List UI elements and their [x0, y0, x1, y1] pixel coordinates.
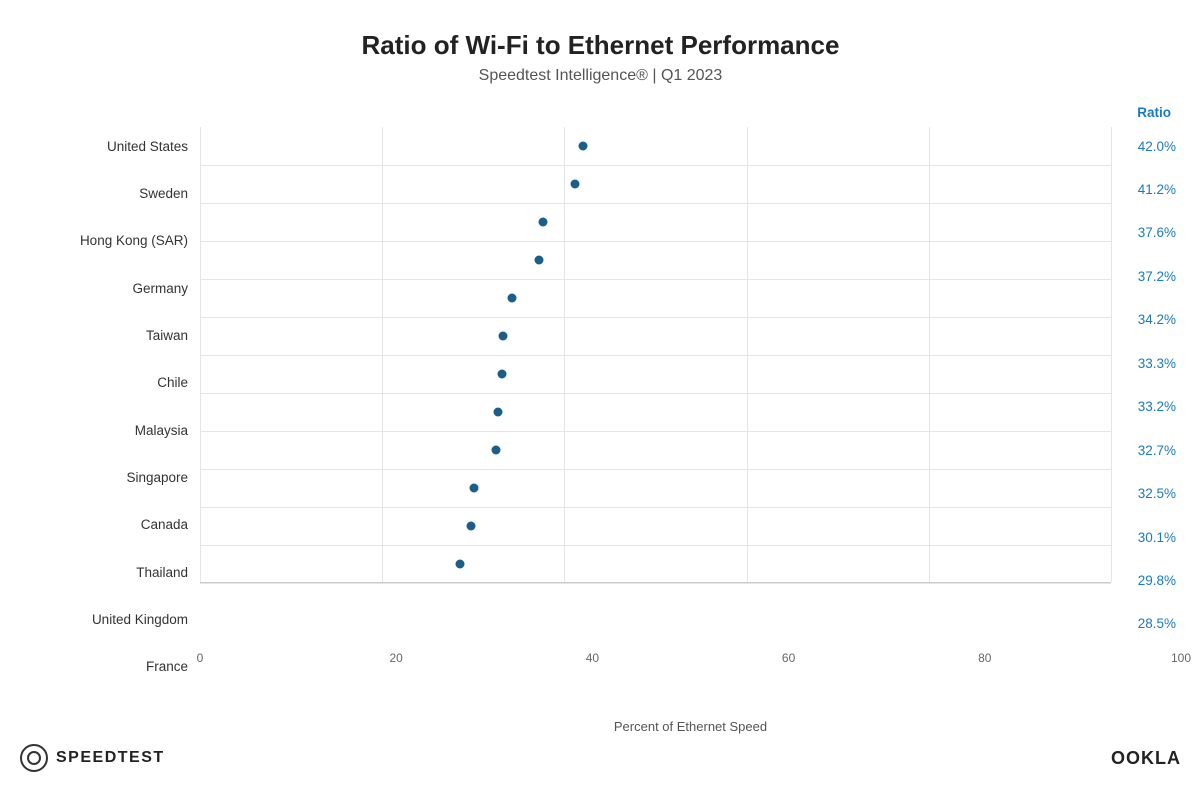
row-separator [200, 431, 1111, 432]
x-axis-label: Percent of Ethernet Speed [200, 719, 1181, 734]
chart-title: Ratio of Wi-Fi to Ethernet Performance [20, 30, 1181, 61]
data-dot [467, 522, 476, 531]
ratio-value: 32.5% [1111, 475, 1181, 513]
y-label: Singapore [20, 459, 200, 497]
y-labels: United States Sweden Hong Kong (SAR) German… [20, 105, 200, 734]
row-separator [200, 241, 1111, 242]
plot-area [200, 127, 1111, 583]
ratio-value: 34.2% [1111, 301, 1181, 339]
y-label: Malaysia [20, 411, 200, 449]
ratio-value: 29.8% [1111, 562, 1181, 600]
plot-area-wrapper: Ratio 42.0% 41.2% 37.6% 37.2% 34.2% 33.3% 33.2… [200, 105, 1181, 734]
ratio-value: 41.2% [1111, 170, 1181, 208]
row-separator [200, 393, 1111, 394]
speedtest-logo: SPEEDTEST [20, 744, 165, 772]
data-dot [498, 370, 507, 379]
row-separator [200, 469, 1111, 470]
y-label: Canada [20, 506, 200, 544]
row-separator [200, 279, 1111, 280]
chart-subtitle: Speedtest Intelligence® | Q1 2023 [20, 67, 1181, 85]
data-dot [571, 180, 580, 189]
x-tick: 100 [1171, 651, 1191, 665]
x-tick: 80 [978, 651, 991, 665]
x-axis-container: 020406080100 [200, 643, 1181, 691]
data-dot [492, 446, 501, 455]
y-label: Thailand [20, 553, 200, 591]
data-dot [493, 408, 502, 417]
ratio-value: 32.7% [1111, 431, 1181, 469]
y-label: Chile [20, 364, 200, 402]
grid-line [1111, 127, 1112, 582]
x-tick: 20 [390, 651, 403, 665]
y-label: Germany [20, 269, 200, 307]
ratio-value: 33.3% [1111, 344, 1181, 382]
x-tick: 60 [782, 651, 795, 665]
speedtest-circle-icon [20, 744, 48, 772]
row-separator [200, 165, 1111, 166]
chart-container: Ratio of Wi-Fi to Ethernet Performance S… [0, 0, 1201, 797]
data-dot [470, 484, 479, 493]
plot-and-ratios: 42.0% 41.2% 37.6% 37.2% 34.2% 33.3% 33.2% 32.7%… [200, 127, 1181, 643]
row-separator [200, 203, 1111, 204]
grid-line [929, 127, 930, 582]
y-label: Sweden [20, 174, 200, 212]
ratio-value: 28.5% [1111, 605, 1181, 643]
x-tick: 40 [586, 651, 599, 665]
chart-body: United States Sweden Hong Kong (SAR) German… [20, 105, 1181, 734]
ratio-value: 33.2% [1111, 388, 1181, 426]
grid-line [564, 127, 565, 582]
ratio-value: 30.1% [1111, 518, 1181, 556]
y-label: Hong Kong (SAR) [20, 222, 200, 260]
data-dot [534, 256, 543, 265]
data-dot [455, 560, 464, 569]
grid-line [747, 127, 748, 582]
row-separator [200, 355, 1111, 356]
y-label: Taiwan [20, 316, 200, 354]
footer: SPEEDTEST OOKLA [20, 734, 1181, 777]
y-label: United Kingdom [20, 601, 200, 639]
ookla-label: OOKLA [1111, 748, 1181, 769]
data-dot [507, 294, 516, 303]
y-label: France [20, 648, 200, 686]
row-separator [200, 317, 1111, 318]
row-separator [200, 507, 1111, 508]
speedtest-label: SPEEDTEST [56, 749, 165, 767]
ratio-values: 42.0% 41.2% 37.6% 37.2% 34.2% 33.3% 33.2% 32.7%… [1111, 127, 1181, 643]
x-tick: 0 [197, 651, 204, 665]
data-dot [499, 332, 508, 341]
ratio-value: 37.2% [1111, 257, 1181, 295]
ratio-header: Ratio [200, 105, 1181, 127]
grid-line [382, 127, 383, 582]
row-separator [200, 583, 1111, 584]
row-separator [200, 545, 1111, 546]
ratio-value: 42.0% [1111, 127, 1181, 165]
data-dot [538, 218, 547, 227]
y-label: United States [20, 127, 200, 165]
ratio-value: 37.6% [1111, 214, 1181, 252]
data-dot [578, 142, 587, 151]
grid-line [200, 127, 201, 582]
